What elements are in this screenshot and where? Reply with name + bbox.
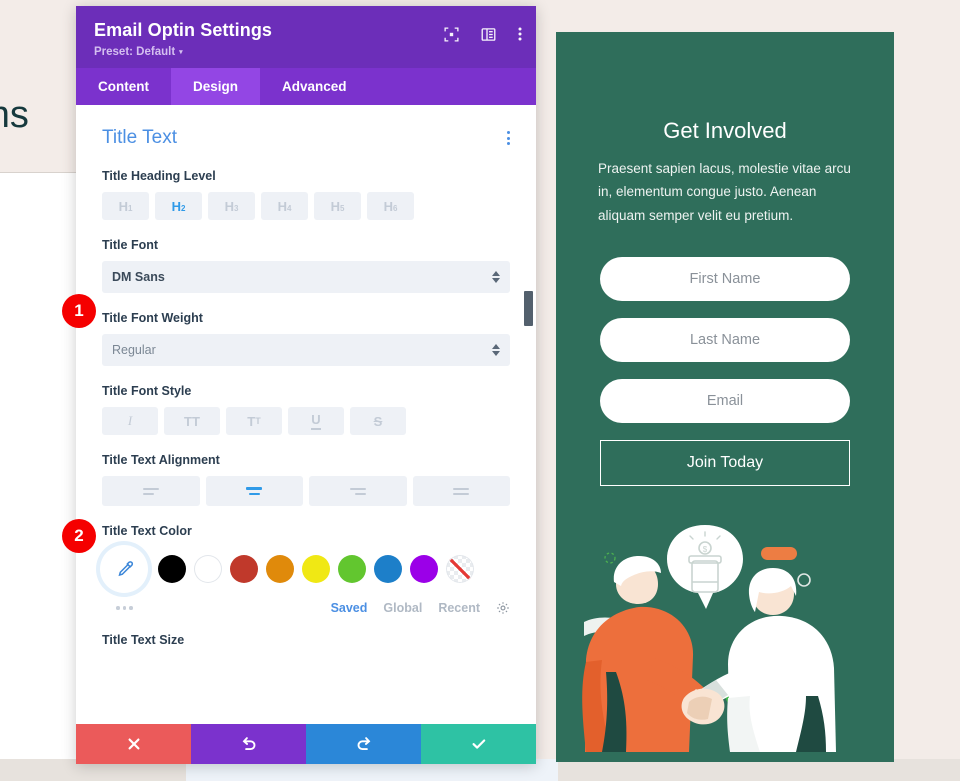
underline-icon[interactable]: U xyxy=(288,407,344,435)
heading-level-h4[interactable]: H4 xyxy=(261,192,308,220)
align-left-icon[interactable] xyxy=(102,476,200,506)
kebab-menu-icon[interactable] xyxy=(518,26,522,42)
text-alignment-button-group xyxy=(102,476,510,506)
field-title-text-alignment: Title Text Alignment xyxy=(102,453,510,506)
field-label-heading-level: Title Heading Level xyxy=(102,169,216,183)
preview-optin-form: First Name Last Name Email Join Today xyxy=(600,257,850,487)
callout-badge-1: 1 xyxy=(62,294,96,328)
cancel-button[interactable] xyxy=(76,724,191,764)
preset-label: Preset: Default xyxy=(94,46,176,58)
field-title-font-style: Title Font Style I TT TT U S xyxy=(102,384,510,435)
swatch-purple[interactable] xyxy=(410,555,438,583)
field-title-font: Title Font DM Sans xyxy=(102,238,510,293)
heading-level-button-group: H1 H2 H3 H4 H5 H6 xyxy=(102,192,510,220)
heading-level-h6[interactable]: H6 xyxy=(367,192,414,220)
email-input[interactable]: Email xyxy=(600,379,850,424)
color-tab-global[interactable]: Global xyxy=(383,601,422,615)
panel-layout-icon[interactable] xyxy=(481,27,496,42)
align-right-icon[interactable] xyxy=(309,476,407,506)
color-tab-recent[interactable]: Recent xyxy=(438,601,480,615)
callout-badge-2: 2 xyxy=(62,519,96,553)
modal-header: Email Optin Settings Preset: Default ▾ xyxy=(76,6,536,68)
fullscreen-icon[interactable] xyxy=(444,26,459,42)
section-kebab-icon[interactable] xyxy=(507,131,510,145)
field-label-title-font: Title Font xyxy=(102,238,159,252)
field-label-font-weight: Title Font Weight xyxy=(102,311,203,325)
swatch-green[interactable] xyxy=(338,555,366,583)
field-label-text-alignment: Title Text Alignment xyxy=(102,453,220,467)
eyedropper-icon[interactable] xyxy=(102,547,146,591)
swatch-black[interactable] xyxy=(158,555,186,583)
strikethrough-icon[interactable]: S xyxy=(350,407,406,435)
swatch-blue[interactable] xyxy=(374,555,402,583)
field-label-font-style: Title Font Style xyxy=(102,384,192,398)
field-title-text-size: Title Text Size xyxy=(102,633,510,647)
field-label-text-color: Title Text Color xyxy=(102,524,192,538)
font-style-button-group: I TT TT U S xyxy=(102,407,510,435)
color-swatch-row xyxy=(102,547,510,591)
settings-scrollbar-thumb[interactable] xyxy=(524,291,533,326)
background-page-heading: aigns xyxy=(0,94,29,136)
italic-icon[interactable]: I xyxy=(102,407,158,435)
field-label-text-size: Title Text Size xyxy=(102,633,185,647)
email-optin-settings-modal: Email Optin Settings Preset: Default ▾ C… xyxy=(76,6,536,764)
heading-level-h5[interactable]: H5 xyxy=(314,192,361,220)
save-button[interactable] xyxy=(421,724,536,764)
title-text-section-header: Title Text xyxy=(102,127,510,149)
swatch-orange[interactable] xyxy=(266,555,294,583)
swatch-red[interactable] xyxy=(230,555,258,583)
heading-level-h1[interactable]: H1 xyxy=(102,192,149,220)
email-optin-preview: Get Involved Praesent sapien lacus, mole… xyxy=(556,32,894,762)
color-meta-row: Saved Global Recent xyxy=(102,601,510,615)
swatch-transparent[interactable] xyxy=(446,555,474,583)
redo-button[interactable] xyxy=(306,724,421,764)
modal-header-icons xyxy=(444,26,522,42)
more-colors-icon[interactable] xyxy=(102,606,133,610)
swatch-white[interactable] xyxy=(194,555,222,583)
first-name-input[interactable]: First Name xyxy=(600,257,850,302)
section-title: Title Text xyxy=(102,127,177,148)
tab-design[interactable]: Design xyxy=(171,68,261,105)
field-title-font-weight: Title Font Weight Regular xyxy=(102,311,510,366)
last-name-input[interactable]: Last Name xyxy=(600,318,850,363)
title-font-weight-value: Regular xyxy=(112,343,156,357)
uppercase-icon[interactable]: TT xyxy=(164,407,220,435)
settings-scrollbar-track[interactable] xyxy=(524,105,533,724)
modal-tabs: Content Design Advanced xyxy=(76,68,536,105)
undo-button[interactable] xyxy=(191,724,306,764)
select-arrows-icon xyxy=(492,344,500,356)
heading-level-h3[interactable]: H3 xyxy=(208,192,255,220)
preview-title: Get Involved xyxy=(663,118,787,143)
chevron-down-icon: ▾ xyxy=(179,49,183,56)
svg-text:$: $ xyxy=(703,545,708,554)
color-source-tabs: Saved Global Recent xyxy=(331,601,510,615)
settings-scroll-area: Title Text Title Heading Level H1 H2 H3 … xyxy=(76,105,536,647)
field-title-heading-level: Title Heading Level H1 H2 H3 H4 H5 H6 xyxy=(102,169,510,220)
handshake-illustration: $ xyxy=(582,525,836,753)
align-justify-icon[interactable] xyxy=(412,476,510,506)
title-font-select[interactable]: DM Sans xyxy=(102,261,510,293)
color-tab-saved[interactable]: Saved xyxy=(331,601,368,615)
join-today-button[interactable]: Join Today xyxy=(600,440,850,487)
modal-body: Title Text Title Heading Level H1 H2 H3 … xyxy=(76,105,536,724)
heading-level-h2[interactable]: H2 xyxy=(155,192,202,220)
preset-selector[interactable]: Preset: Default ▾ xyxy=(94,46,518,58)
swatch-yellow[interactable] xyxy=(302,555,330,583)
modal-footer-actions xyxy=(76,724,536,764)
title-font-weight-select[interactable]: Regular xyxy=(102,334,510,366)
title-font-value: DM Sans xyxy=(112,270,165,284)
select-arrows-icon xyxy=(492,271,500,283)
tab-content[interactable]: Content xyxy=(76,68,171,105)
tab-advanced[interactable]: Advanced xyxy=(260,68,369,105)
field-title-text-color: Title Text Color Saved Global Recent xyxy=(102,524,510,615)
gear-icon[interactable] xyxy=(496,601,510,615)
small-caps-icon[interactable]: TT xyxy=(226,407,282,435)
preview-body-text: Praesent sapien lacus, molestie vitae ar… xyxy=(598,161,851,223)
align-center-icon[interactable] xyxy=(205,476,303,506)
